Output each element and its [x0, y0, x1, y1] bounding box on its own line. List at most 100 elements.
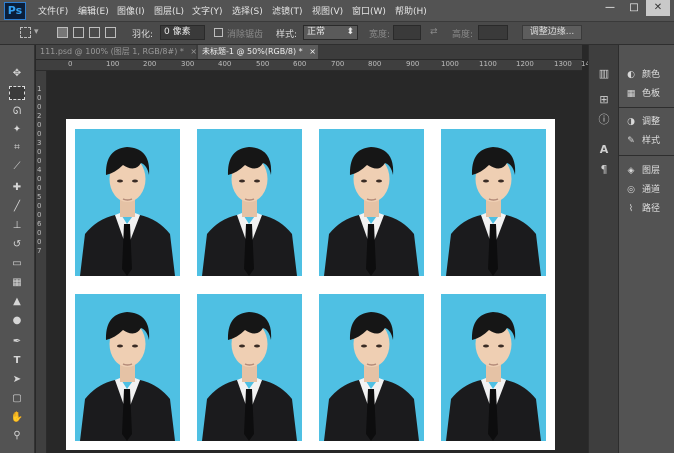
id-photo: [441, 294, 546, 441]
maximize-icon[interactable]: □: [622, 0, 646, 16]
channels-icon: ◎: [627, 185, 635, 195]
gradient-icon[interactable]: ▦: [9, 276, 25, 290]
type-tool-icon[interactable]: T: [9, 354, 25, 368]
dropdown-arrow-icon[interactable]: ▾: [34, 27, 39, 37]
ruler-tick-label: 300: [181, 60, 195, 68]
menu-view[interactable]: 视图(V): [312, 4, 343, 17]
lasso-icon[interactable]: ᘏ: [9, 105, 25, 119]
menu-help[interactable]: 帮助(H): [395, 4, 427, 17]
eraser-icon[interactable]: ▭: [9, 257, 25, 271]
menu-layer[interactable]: 图层(L): [154, 4, 184, 17]
menu-file[interactable]: 文件(F): [38, 4, 68, 17]
crop-icon[interactable]: ⌗: [9, 141, 25, 155]
menu-select[interactable]: 选择(S): [232, 4, 263, 17]
paragraph-icon[interactable]: ¶: [597, 163, 611, 177]
hand-icon[interactable]: ✋: [9, 411, 25, 425]
move-tool-icon[interactable]: ✥: [9, 67, 25, 81]
panel-swatches[interactable]: ▦ 色板: [625, 86, 673, 102]
ruler-tick-label: 1200: [516, 60, 534, 68]
panel-color[interactable]: ◐ 颜色: [625, 67, 673, 83]
ruler-tick-label: 0: [37, 157, 42, 165]
ruler-tick-label: 1: [37, 85, 42, 93]
blur-icon[interactable]: ▲: [9, 295, 25, 309]
style-select-value: 正常: [307, 27, 326, 37]
tab-label: 111.psd @ 100% (图层 1, RGB/8#) *: [40, 47, 184, 56]
menu-edit[interactable]: 编辑(E): [78, 4, 109, 17]
id-photo: [441, 129, 546, 276]
info-icon[interactable]: ⓘ: [597, 113, 611, 127]
menu-image[interactable]: 图像(I): [117, 4, 145, 17]
clone-stamp-icon[interactable]: ⊥: [9, 219, 25, 233]
panel-label: 通道: [642, 185, 661, 195]
tab-document-1[interactable]: 111.psd @ 100% (图层 1, RGB/8#) * ×: [36, 45, 197, 59]
character-icon[interactable]: A: [597, 143, 611, 157]
ruler-tick-label: 600: [293, 60, 307, 68]
width-input[interactable]: [393, 25, 421, 40]
panel-label: 图层: [642, 166, 661, 176]
menu-type[interactable]: 文字(Y): [192, 4, 223, 17]
panel-list: ◐ 颜色 ▦ 色板 ◑ 调整 ✎ 样式 ◈ 图层 ◎ 通道 ⌇ 路径: [618, 45, 674, 453]
panel-layers[interactable]: ◈ 图层: [625, 163, 673, 179]
path-selection-icon[interactable]: ➤: [9, 373, 25, 387]
healing-brush-icon[interactable]: ✚: [9, 181, 25, 195]
feather-input[interactable]: 0 像素: [160, 25, 205, 40]
panel-divider: [619, 107, 674, 108]
actions-icon[interactable]: ⊞: [597, 93, 611, 107]
add-selection-icon[interactable]: [73, 27, 84, 38]
marquee-tool-icon[interactable]: [20, 27, 31, 38]
menu-bar: Ps 文件(F) 编辑(E) 图像(I) 图层(L) 文字(Y) 选择(S) 滤…: [0, 0, 674, 22]
panel-label: 调整: [642, 117, 661, 127]
dodge-icon[interactable]: ●: [9, 314, 25, 328]
ruler-tick-label: 0: [37, 211, 42, 219]
antialias-label: 消除锯齿: [227, 30, 264, 40]
ruler-tick-label: 7: [37, 247, 42, 255]
ruler-tick-label: 0: [37, 121, 42, 129]
subtract-selection-icon[interactable]: [89, 27, 100, 38]
layers-icon: ◈: [627, 166, 635, 176]
vertical-ruler: 1002003004005006007: [36, 71, 47, 453]
menu-window[interactable]: 窗口(W): [352, 4, 386, 17]
panel-styles[interactable]: ✎ 样式: [625, 133, 673, 149]
document-tabs: 111.psd @ 100% (图层 1, RGB/8#) * × 未标题-1 …: [36, 45, 582, 59]
minimize-icon[interactable]: —: [598, 0, 622, 16]
tab-label: 未标题-1 @ 50%(RGB/8) *: [202, 47, 303, 56]
intersect-selection-icon[interactable]: [105, 27, 116, 38]
close-icon[interactable]: ×: [309, 47, 316, 56]
ruler-tick-label: 0: [37, 94, 42, 102]
tab-document-2[interactable]: 未标题-1 @ 50%(RGB/8) * ×: [198, 45, 318, 59]
panel-channels[interactable]: ◎ 通道: [625, 182, 673, 198]
height-input[interactable]: [478, 25, 508, 40]
panel-label: 路径: [642, 204, 661, 214]
id-photo: [75, 129, 180, 276]
ruler-tick-label: 200: [143, 60, 157, 68]
panel-label: 色板: [642, 89, 661, 99]
adjustments-icon: ◑: [627, 117, 635, 127]
panel-adjustments[interactable]: ◑ 调整: [625, 114, 673, 130]
eyedropper-icon[interactable]: ⟋: [9, 160, 25, 174]
pen-icon[interactable]: ✒: [9, 335, 25, 349]
ruler-tick-label: 900: [406, 60, 420, 68]
history-icon[interactable]: ▥: [597, 67, 611, 81]
close-icon[interactable]: ✕: [646, 0, 670, 16]
ruler-tick-label: 0: [68, 60, 73, 68]
horizontal-ruler: 0 100 200 300 400 500 600 700 800 900 1000 1100 1200…: [36, 60, 594, 71]
close-icon[interactable]: ×: [190, 47, 197, 56]
history-brush-icon[interactable]: ↺: [9, 238, 25, 252]
document-canvas[interactable]: [66, 119, 555, 450]
ruler-tick-label: 0: [37, 130, 42, 138]
style-select[interactable]: 正常 ⬍: [303, 25, 358, 40]
panel-paths[interactable]: ⌇ 路径: [625, 201, 673, 217]
swap-icon[interactable]: ⇄: [430, 27, 438, 37]
brush-icon[interactable]: ╱: [9, 200, 25, 214]
new-selection-icon[interactable]: [57, 27, 68, 38]
panel-divider: [619, 155, 674, 156]
shape-icon[interactable]: ▢: [9, 392, 25, 406]
ruler-tick-label: 0: [37, 175, 42, 183]
zoom-icon[interactable]: ⚲: [9, 429, 25, 443]
magic-wand-icon[interactable]: ✦: [9, 123, 25, 137]
paths-icon: ⌇: [628, 204, 634, 214]
antialias-checkbox[interactable]: [214, 28, 223, 37]
rectangle-marquee-icon[interactable]: [9, 86, 25, 100]
refine-edge-button[interactable]: 调整边缘...: [522, 25, 582, 40]
menu-filter[interactable]: 滤镜(T): [272, 4, 303, 17]
